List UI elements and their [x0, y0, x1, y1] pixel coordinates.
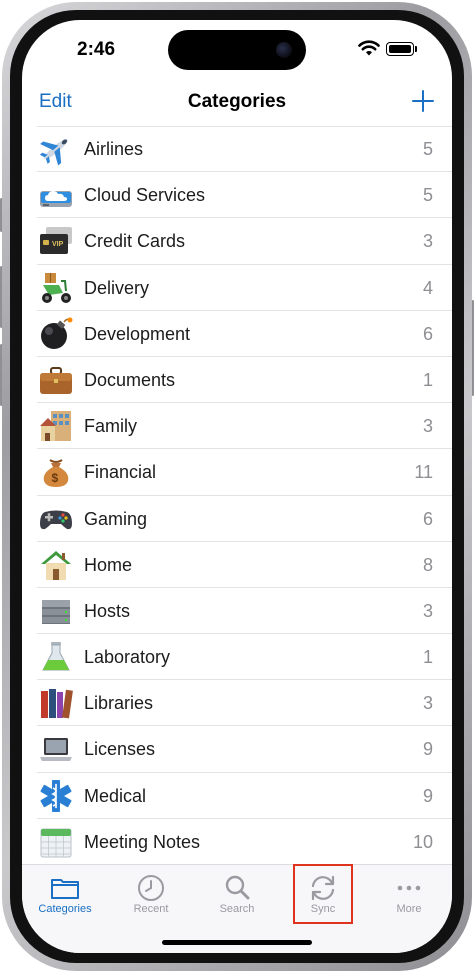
tab-label: More — [396, 903, 422, 915]
credit-card-icon: VIP — [40, 227, 72, 255]
category-label: Home — [84, 554, 133, 575]
search-icon — [225, 875, 250, 900]
calendar-icon — [40, 828, 72, 858]
category-label: Cloud Services — [84, 185, 206, 206]
category-label: Licenses — [84, 739, 156, 760]
books-icon — [41, 689, 73, 719]
laptop-icon — [40, 738, 72, 762]
category-label: Family — [84, 416, 137, 437]
bomb-icon — [41, 317, 73, 349]
medical-star-icon — [40, 779, 72, 812]
cloud-drive-icon — [40, 191, 72, 208]
category-list: Airlines 5 Cloud Services 5 VIP Credit C… — [37, 126, 452, 866]
category-count: 9 — [422, 785, 433, 806]
category-row-delivery[interactable]: Delivery 4 — [37, 265, 452, 311]
category-label: Libraries — [84, 693, 154, 714]
category-row-libraries[interactable]: Libraries 3 — [37, 680, 452, 727]
tab-more[interactable]: More — [366, 865, 452, 925]
category-label: Documents — [84, 369, 176, 390]
category-label: Financial — [84, 462, 157, 483]
category-count: 6 — [422, 508, 433, 529]
category-count: 1 — [422, 647, 433, 668]
category-label: Airlines — [84, 139, 144, 159]
category-label: Gaming — [84, 508, 148, 529]
category-count: 6 — [422, 323, 433, 344]
svg-text:VIP: VIP — [52, 241, 64, 248]
category-row-documents[interactable]: Documents 1 — [37, 357, 452, 404]
money-bag-icon: $ — [43, 459, 69, 488]
category-label: Development — [84, 323, 191, 344]
tab-categories[interactable]: Categories — [22, 865, 108, 925]
category-row-laboratory[interactable]: Laboratory 1 — [37, 634, 452, 681]
category-count: 5 — [422, 185, 433, 206]
svg-text:$: $ — [52, 471, 59, 485]
category-row-medical[interactable]: Medical 9 — [37, 773, 452, 820]
category-count: 3 — [422, 231, 433, 252]
category-count: 1 — [422, 369, 433, 390]
briefcase-icon — [40, 366, 72, 394]
status-time: 2:46 — [77, 39, 116, 60]
scooter-icon — [42, 272, 71, 303]
more-dots-icon — [397, 885, 421, 891]
category-label: Delivery — [84, 277, 150, 298]
category-count: 3 — [422, 600, 433, 621]
category-row-gaming[interactable]: Gaming 6 — [37, 496, 452, 542]
tab-label: Search — [219, 903, 255, 915]
category-label: Credit Cards — [84, 231, 186, 252]
category-count: 9 — [422, 739, 433, 760]
gamepad-icon — [40, 510, 72, 529]
category-row-hosts[interactable]: Hosts 3 — [37, 588, 452, 635]
screen: 2:46 Edit Categories Airlines 5 Cloud Se… — [22, 20, 452, 953]
category-count: 10 — [412, 831, 433, 852]
category-label: Hosts — [84, 600, 131, 621]
camera-icon — [276, 42, 292, 58]
server-icon — [42, 599, 70, 624]
category-label: Laboratory — [84, 647, 171, 668]
category-row-family[interactable]: Family 3 — [37, 403, 452, 450]
sync-highlight-box — [293, 864, 353, 924]
wifi-icon — [358, 40, 380, 56]
battery-tip — [415, 46, 417, 52]
battery-icon — [386, 42, 414, 56]
tab-search[interactable]: Search — [194, 865, 280, 925]
category-count: 3 — [422, 693, 433, 714]
category-row-cloud-services[interactable]: Cloud Services 5 — [37, 172, 452, 219]
category-row-home[interactable]: Home 8 — [37, 542, 452, 589]
category-row-licenses[interactable]: Licenses 9 — [37, 726, 452, 773]
house-building-icon — [40, 411, 71, 442]
category-row-meeting-notes[interactable]: Meeting Notes 10 — [37, 819, 452, 866]
page-title: Categories — [187, 91, 287, 112]
home-indicator — [162, 940, 312, 945]
home-icon — [41, 550, 71, 580]
category-count: 5 — [422, 139, 433, 159]
tab-recent[interactable]: Recent — [108, 865, 194, 925]
category-row-airlines[interactable]: Airlines 5 — [37, 126, 452, 173]
folder-icon — [51, 879, 79, 899]
flask-icon — [42, 642, 70, 671]
tab-label: Recent — [133, 903, 169, 915]
tab-label: Categories — [38, 903, 92, 915]
category-count: 3 — [422, 416, 433, 437]
category-row-financial[interactable]: $ Financial 11 — [37, 449, 452, 496]
category-count: 11 — [414, 462, 433, 483]
category-label: Medical — [84, 785, 147, 806]
category-row-development[interactable]: Development 6 — [37, 311, 452, 358]
category-row-credit-cards[interactable]: VIP Credit Cards 3 — [37, 218, 452, 265]
category-count: 8 — [422, 554, 433, 575]
category-label: Meeting Notes — [84, 831, 201, 852]
add-category-button[interactable] — [410, 88, 436, 114]
airplane-icon — [39, 139, 68, 166]
dynamic-island — [168, 30, 306, 70]
clock-icon — [138, 875, 164, 901]
category-count: 4 — [422, 277, 433, 298]
